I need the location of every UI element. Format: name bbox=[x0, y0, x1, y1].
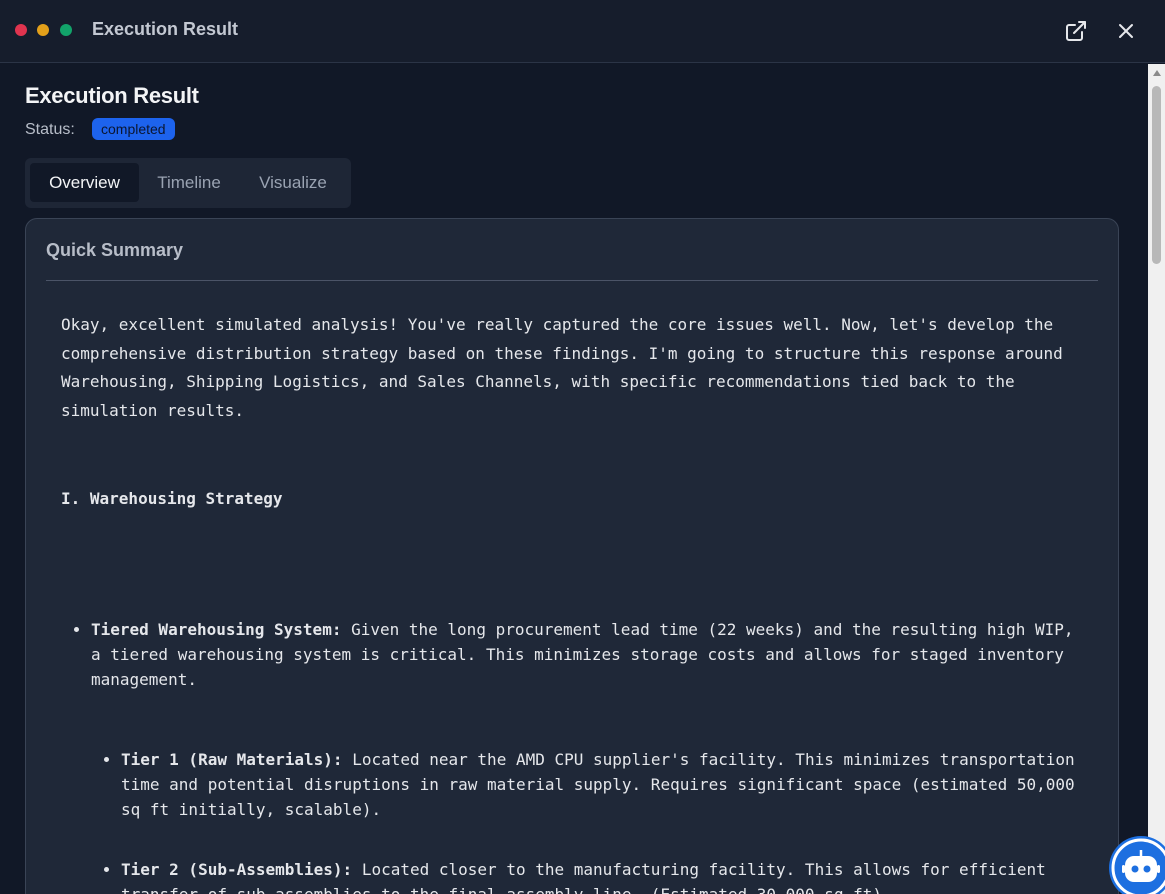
execution-result-window: Execution Result Execution Result Status… bbox=[0, 0, 1165, 894]
status-label: Status: bbox=[25, 121, 75, 138]
close-icon[interactable] bbox=[1114, 19, 1138, 43]
scroll-thumb[interactable] bbox=[1152, 86, 1161, 264]
robot-icon bbox=[1111, 838, 1165, 894]
title-bar: Execution Result bbox=[0, 0, 1165, 63]
window-title: Execution Result bbox=[92, 19, 239, 39]
list-item: Tiered Warehousing System: Given the lon… bbox=[74, 617, 1081, 692]
close-window-dot[interactable] bbox=[15, 24, 27, 36]
scroll-up-arrow-icon[interactable] bbox=[1153, 70, 1161, 76]
external-link-icon[interactable] bbox=[1064, 19, 1088, 43]
vertical-scrollbar[interactable] bbox=[1148, 64, 1165, 894]
minimize-window-dot[interactable] bbox=[37, 24, 49, 36]
quick-summary-card: Quick Summary Okay, excellent simulated … bbox=[25, 218, 1119, 894]
list-item-label: Tier 2 (Sub-Assemblies): bbox=[121, 860, 353, 879]
card-title: Quick Summary bbox=[46, 240, 184, 260]
list-item: Tier 2 (Sub-Assemblies): Located closer … bbox=[104, 857, 1081, 894]
dialog-content: Execution Result Status: completed Overv… bbox=[0, 64, 1147, 894]
list-item: Tier 1 (Raw Materials): Located near the… bbox=[104, 747, 1081, 822]
status-badge: completed bbox=[92, 118, 175, 140]
section-heading: I. Warehousing Strategy bbox=[61, 489, 283, 508]
card-divider bbox=[46, 280, 1098, 281]
list-item-label: Tiered Warehousing System: bbox=[91, 620, 342, 639]
page-title: Execution Result bbox=[25, 83, 199, 108]
tab-visualize[interactable]: Visualize bbox=[241, 163, 345, 202]
maximize-window-dot[interactable] bbox=[60, 24, 72, 36]
tab-overview[interactable]: Overview bbox=[30, 163, 139, 202]
assistant-chat-button[interactable] bbox=[1109, 836, 1165, 894]
list-item-label: Tier 1 (Raw Materials): bbox=[121, 750, 343, 769]
tab-timeline[interactable]: Timeline bbox=[143, 163, 235, 202]
tab-bar: Overview Timeline Visualize bbox=[25, 158, 351, 208]
summary-intro: Okay, excellent simulated analysis! You'… bbox=[61, 315, 1063, 420]
